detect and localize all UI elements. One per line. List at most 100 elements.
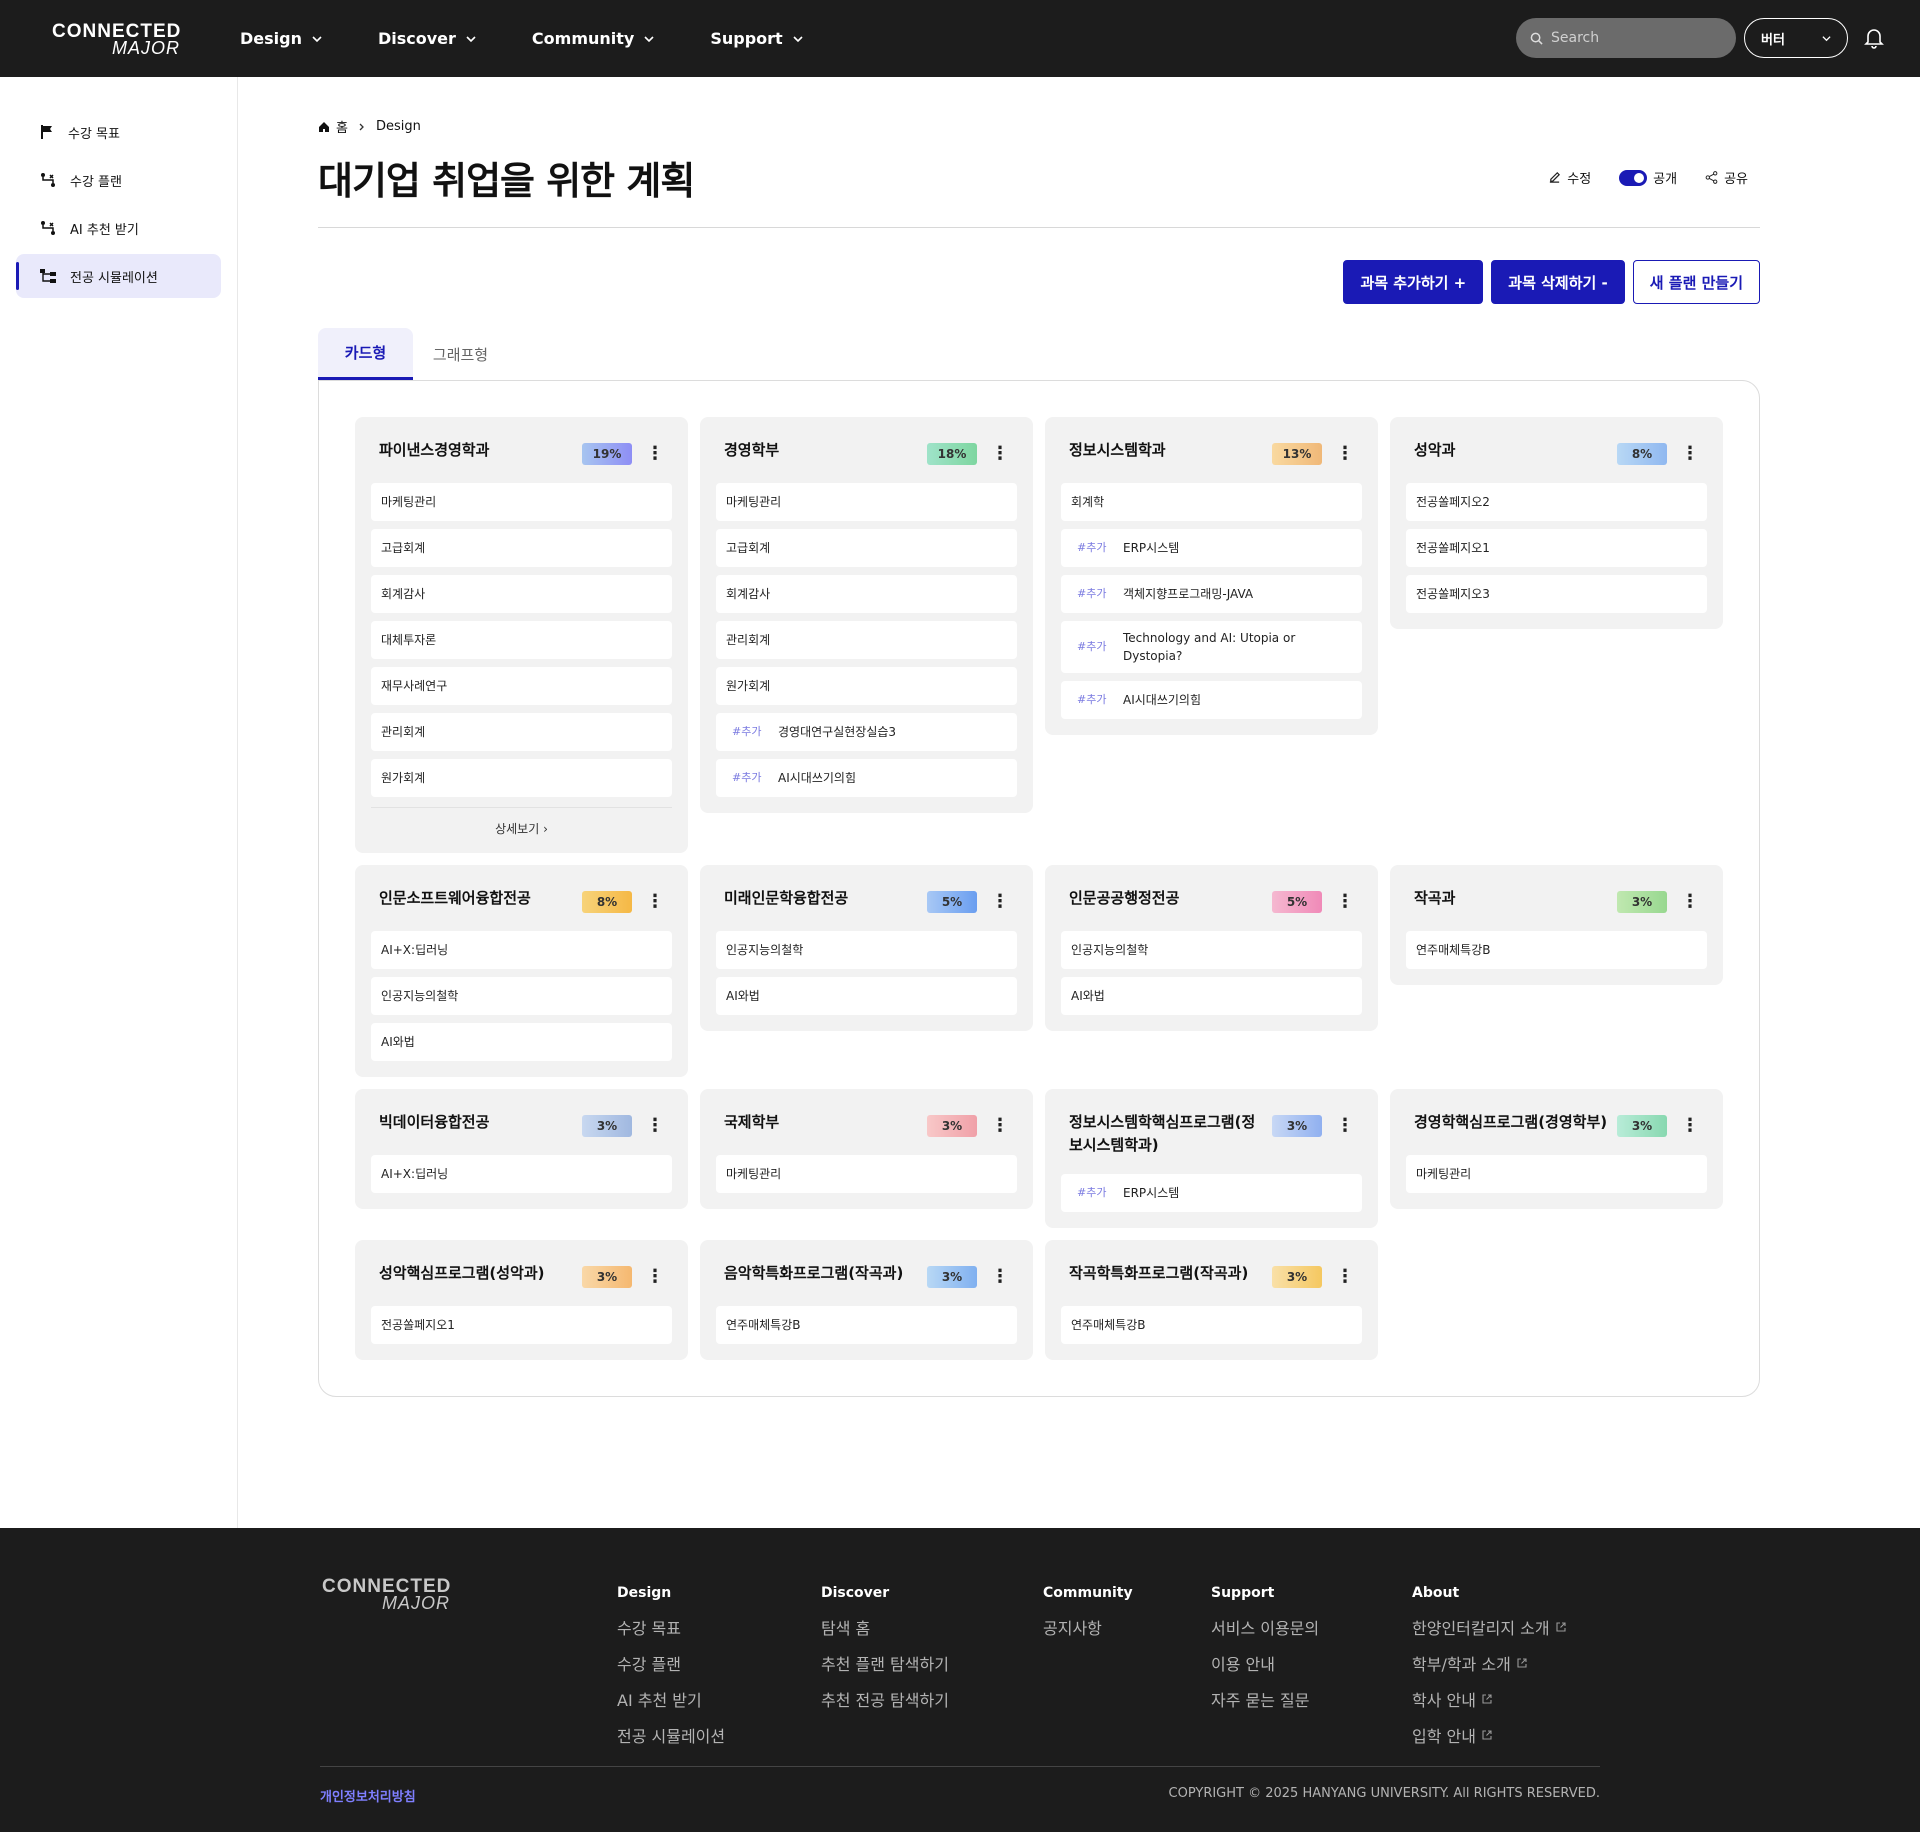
course-item[interactable]: 마케팅관리: [1406, 1155, 1707, 1193]
footer-link[interactable]: 학부/학과 소개: [1412, 1651, 1566, 1675]
more-options-icon[interactable]: ⋮: [991, 1117, 1009, 1135]
more-options-icon[interactable]: ⋮: [991, 1268, 1009, 1286]
nav-support[interactable]: Support: [710, 29, 803, 48]
footer-link[interactable]: 수강 목표: [617, 1615, 725, 1639]
footer-link[interactable]: 서비스 이용문의: [1211, 1615, 1319, 1639]
more-options-icon[interactable]: ⋮: [646, 1268, 664, 1286]
course-item[interactable]: 원가회계: [371, 759, 672, 797]
footer-logo[interactable]: CONNECTED MAJOR: [322, 1574, 450, 1614]
sidebar-item-course-plan[interactable]: 수강 플랜: [16, 158, 221, 202]
course-item[interactable]: 연주매체특강B: [716, 1306, 1017, 1344]
course-item[interactable]: AI와법: [371, 1023, 672, 1061]
course-item[interactable]: #추가 AI시대쓰기의힘: [716, 759, 1017, 797]
public-toggle[interactable]: 공개: [1619, 168, 1677, 187]
footer-link[interactable]: 한양인터칼리지 소개: [1412, 1615, 1566, 1639]
footer-link[interactable]: 학사 안내: [1412, 1687, 1566, 1711]
privacy-policy-link[interactable]: 개인정보처리방침: [320, 1786, 416, 1805]
footer-link[interactable]: 수강 플랜: [617, 1651, 725, 1675]
more-options-icon[interactable]: ⋮: [1336, 1117, 1354, 1135]
course-item[interactable]: #추가 경영대연구실현장실습3: [716, 713, 1017, 751]
course-item[interactable]: 회계학: [1061, 483, 1362, 521]
course-item[interactable]: 대체투자론: [371, 621, 672, 659]
footer-link-label: AI 추천 받기: [617, 1691, 702, 1710]
course-item[interactable]: 고급회계: [716, 529, 1017, 567]
more-options-icon[interactable]: ⋮: [1681, 1117, 1699, 1135]
course-item[interactable]: #추가 ERP시스템: [1061, 529, 1362, 567]
more-options-icon[interactable]: ⋮: [1681, 893, 1699, 911]
search-box[interactable]: [1516, 18, 1736, 58]
footer-link[interactable]: AI 추천 받기: [617, 1687, 725, 1711]
course-item[interactable]: 고급회계: [371, 529, 672, 567]
view-details-link[interactable]: 상세보기 ›: [371, 807, 672, 837]
more-options-icon[interactable]: ⋮: [991, 445, 1009, 463]
course-item[interactable]: 재무사례연구: [371, 667, 672, 705]
sidebar: 수강 목표 수강 플랜 AI 추천 받기 전공 시뮬레이션: [0, 77, 238, 1528]
course-item[interactable]: #추가 객체지향프로그래밍-JAVA: [1061, 575, 1362, 613]
toggle-switch[interactable]: [1619, 169, 1648, 186]
more-options-icon[interactable]: ⋮: [1336, 445, 1354, 463]
more-options-icon[interactable]: ⋮: [1336, 893, 1354, 911]
breadcrumb-home[interactable]: 홈: [318, 117, 348, 136]
course-item[interactable]: #추가 Technology and AI: Utopia or Dystopia…: [1061, 621, 1362, 673]
major-card: 파이낸스경영학과 19% ⋮ 마케팅관리 고급회계 회계감사 대체투자론 재무사례연구 관…: [355, 417, 688, 853]
footer-link[interactable]: 추천 전공 탐색하기: [821, 1687, 949, 1711]
nav-discover[interactable]: Discover: [378, 29, 476, 48]
connected-major-logo[interactable]: CONNECTED MAJOR: [52, 19, 180, 59]
sidebar-item-ai-recommend[interactable]: AI 추천 받기: [16, 206, 221, 250]
course-item[interactable]: #추가 ERP시스템: [1061, 1174, 1362, 1212]
course-item[interactable]: 전공쏠페지오2: [1406, 483, 1707, 521]
course-item[interactable]: 인공지능의철학: [1061, 931, 1362, 969]
version-select[interactable]: 버터: [1744, 18, 1848, 58]
add-course-button[interactable]: 과목 추가하기 +: [1343, 260, 1484, 304]
course-item[interactable]: AI와법: [716, 977, 1017, 1015]
more-options-icon[interactable]: ⋮: [1681, 445, 1699, 463]
course-item[interactable]: 회계감사: [716, 575, 1017, 613]
course-item[interactable]: 전공쏠페지오1: [1406, 529, 1707, 567]
course-item[interactable]: 연주매체특강B: [1061, 1306, 1362, 1344]
bell-icon[interactable]: [1864, 27, 1884, 49]
course-item[interactable]: AI+X:딥러닝: [371, 931, 672, 969]
footer-link[interactable]: 탐색 홈: [821, 1615, 949, 1639]
course-item[interactable]: 전공쏠페지오1: [371, 1306, 672, 1344]
sidebar-item-course-goal[interactable]: 수강 목표: [16, 110, 221, 154]
footer-link[interactable]: 공지사항: [1043, 1615, 1133, 1639]
sidebar-item-major-simulation[interactable]: 전공 시뮬레이션: [16, 254, 221, 298]
course-item[interactable]: 전공쏠페지오3: [1406, 575, 1707, 613]
breadcrumb-current: Design: [375, 119, 421, 134]
major-title: 성악핵심프로그램(성악과): [379, 1264, 545, 1282]
footer-link[interactable]: 전공 시뮬레이션: [617, 1723, 725, 1747]
new-plan-button[interactable]: 새 플랜 만들기: [1632, 260, 1760, 304]
footer-link[interactable]: 이용 안내: [1211, 1651, 1319, 1675]
remove-course-button[interactable]: 과목 삭제하기 -: [1491, 260, 1625, 304]
footer-link[interactable]: 추천 플랜 탐색하기: [821, 1651, 949, 1675]
nav-design[interactable]: Design: [240, 29, 322, 48]
nav-community[interactable]: Community: [532, 29, 654, 48]
share-button[interactable]: 공유: [1705, 168, 1748, 187]
tab-graph-view[interactable]: 그래프형: [413, 328, 508, 380]
course-item[interactable]: 마케팅관리: [371, 483, 672, 521]
more-options-icon[interactable]: ⋮: [646, 445, 664, 463]
course-item[interactable]: 원가회계: [716, 667, 1017, 705]
more-options-icon[interactable]: ⋮: [646, 893, 664, 911]
search-input[interactable]: [1551, 30, 1711, 46]
footer-link[interactable]: 입학 안내: [1412, 1723, 1566, 1747]
card-header-right: 3% ⋮: [582, 1115, 664, 1137]
tab-card-view[interactable]: 카드형: [318, 328, 413, 380]
course-item[interactable]: 마케팅관리: [716, 483, 1017, 521]
footer-link[interactable]: 자주 묻는 질문: [1211, 1687, 1319, 1711]
course-item[interactable]: 인공지능의철학: [371, 977, 672, 1015]
course-item[interactable]: 인공지능의철학: [716, 931, 1017, 969]
course-item[interactable]: 연주매체특강B: [1406, 931, 1707, 969]
more-options-icon[interactable]: ⋮: [646, 1117, 664, 1135]
course-item[interactable]: AI와법: [1061, 977, 1362, 1015]
edit-button[interactable]: 수정: [1548, 168, 1591, 187]
course-item[interactable]: AI+X:딥러닝: [371, 1155, 672, 1193]
course-item[interactable]: 회계감사: [371, 575, 672, 613]
more-options-icon[interactable]: ⋮: [1336, 1268, 1354, 1286]
course-item[interactable]: 관리회계: [371, 713, 672, 751]
course-item[interactable]: 관리회계: [716, 621, 1017, 659]
course-item[interactable]: 마케팅관리: [716, 1155, 1017, 1193]
course-item[interactable]: #추가 AI시대쓰기의힘: [1061, 681, 1362, 719]
card-header-right: 3% ⋮: [582, 1266, 664, 1288]
more-options-icon[interactable]: ⋮: [991, 893, 1009, 911]
